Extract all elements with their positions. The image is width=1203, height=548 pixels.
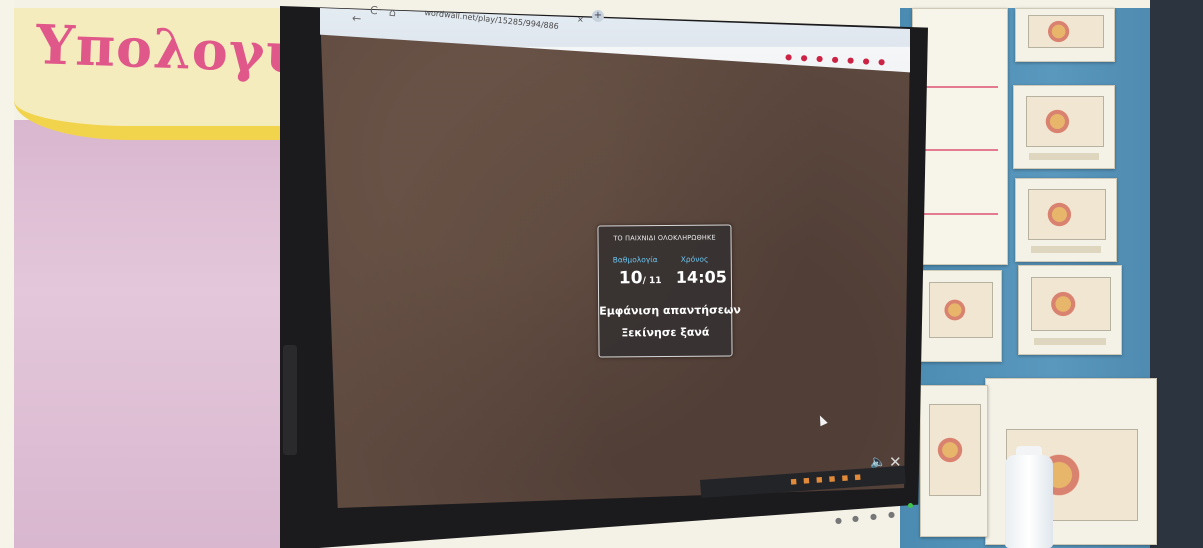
- restart-button[interactable]: Ξεκίνησε ξανά: [599, 325, 731, 340]
- bezel-button-icon[interactable]: ●: [870, 512, 877, 521]
- sanitizer-bottle: [1005, 455, 1053, 548]
- bezel-button-icon[interactable]: ●: [852, 514, 859, 523]
- wall-left-edge: [0, 0, 14, 548]
- bezel-button-icon[interactable]: ●: [835, 516, 842, 525]
- poster-card: [920, 385, 988, 537]
- score-value: 10/ 11: [619, 268, 662, 288]
- dialog-title: ΤΟ ΠΑΙΧΝΙΔΙ ΟΛΟΚΛΗΡΩΘΗΚΕ: [613, 233, 716, 243]
- poster-scribble: [922, 85, 998, 88]
- poster-illustration: [1026, 95, 1104, 148]
- classroom-banner: Υπολογιστ: [14, 8, 304, 140]
- photo-scene: Υπολογιστ ← C ⌂ wordwall.net/play/15285/…: [0, 0, 1203, 548]
- poster-card: [1015, 8, 1115, 62]
- show-answers-button[interactable]: Εμφάνιση απαντήσεων: [599, 303, 741, 317]
- score-total: / 11: [642, 276, 662, 287]
- banner-text: Υπολογιστ: [34, 12, 304, 88]
- poster-card: [1015, 178, 1117, 262]
- new-tab-button[interactable]: +: [592, 10, 604, 22]
- back-icon[interactable]: ←: [352, 12, 362, 26]
- dark-wall-edge: [1150, 0, 1203, 548]
- poster-card: [1013, 85, 1115, 169]
- monitor-side-ports: [283, 345, 297, 455]
- poster-caption: [1031, 246, 1101, 253]
- poster-illustration: [1031, 276, 1111, 332]
- taskbar-icons: ■ ■ ■ ■ ■ ■: [790, 472, 864, 486]
- score-label: Βαθμολογία: [612, 255, 658, 265]
- game-over-dialog: ΤΟ ΠΑΙΧΝΙΔΙ ΟΛΟΚΛΗΡΩΘΗΚΕ Βαθμολογία Χρόν…: [597, 224, 741, 358]
- power-led-icon[interactable]: [908, 503, 913, 508]
- poster-caption: [1034, 338, 1106, 346]
- reload-icon[interactable]: C: [370, 4, 379, 18]
- time-value: 14:05: [675, 267, 727, 287]
- poster-illustration: [1027, 15, 1105, 49]
- poster-scribble: [922, 149, 998, 152]
- tab-close-icon[interactable]: ×: [577, 15, 584, 24]
- poster-scribble: [922, 213, 998, 215]
- pink-wall: [14, 120, 304, 548]
- score-number: 10: [618, 268, 643, 289]
- poster-card: [918, 270, 1002, 362]
- bezel-button-icon[interactable]: ●: [888, 510, 895, 519]
- poster-illustration: [1028, 188, 1106, 241]
- poster-caption: [1029, 153, 1099, 160]
- home-icon[interactable]: ⌂: [389, 6, 397, 20]
- poster-illustration: [928, 404, 982, 496]
- poster-illustration: [928, 281, 994, 338]
- poster-card: [1018, 265, 1122, 355]
- time-label: Χρόνος: [680, 254, 709, 264]
